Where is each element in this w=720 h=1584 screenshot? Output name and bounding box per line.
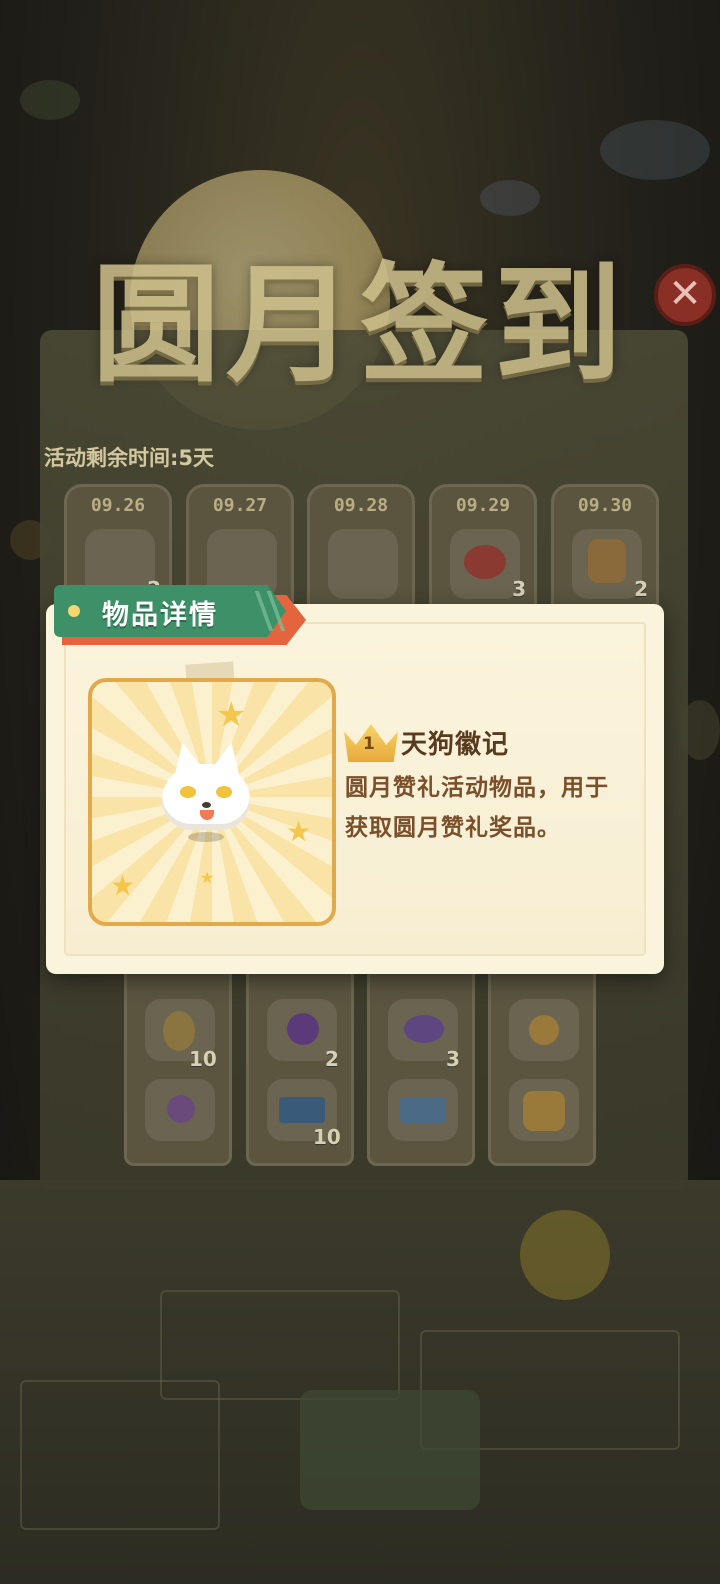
ribbon-dot (68, 605, 80, 617)
close-icon: ✕ (668, 271, 702, 317)
bg-duck (520, 1210, 610, 1300)
plane-ticket-shape (400, 1097, 446, 1123)
item-description: 圆月赞礼活动物品，用于获取圆月赞礼奖品。 (345, 775, 609, 841)
day-count: 2 (325, 1047, 339, 1071)
bg-bush (20, 80, 80, 120)
gold-bag-icon (509, 1079, 579, 1141)
plane-ticket-icon (388, 1079, 458, 1141)
charm-shape (529, 1015, 559, 1045)
bg-building (300, 1390, 480, 1510)
ticket-icon (328, 529, 398, 599)
day-card[interactable]: 10 (124, 966, 232, 1166)
day-count: 10 (189, 1047, 217, 1071)
town-ground (0, 1180, 720, 1584)
broom-shape (163, 1011, 195, 1051)
star-icon: ★ (216, 695, 247, 735)
day-card[interactable]: 09.29 3 (429, 484, 537, 612)
day-count: 3 (512, 577, 526, 601)
fox-eye (216, 786, 232, 798)
gold-charm-icon (509, 999, 579, 1061)
day-date: 09.29 (455, 495, 511, 516)
day-card[interactable]: 3 (367, 966, 475, 1166)
fox-shadow (188, 832, 224, 842)
bag-shape (523, 1091, 565, 1131)
bow-shape (404, 1015, 444, 1043)
crown-level-badge: 1 (344, 718, 398, 762)
fox-head (162, 764, 250, 830)
fox-tongue (200, 810, 214, 820)
day-date: 09.27 (212, 495, 268, 516)
star-icon: ★ (200, 868, 215, 887)
day-card[interactable] (488, 966, 596, 1166)
white-fox-icon (160, 739, 252, 832)
robot-shape (588, 539, 626, 583)
star-icon: ★ (110, 869, 136, 902)
remaining-time: 活动剩余时间:5天 (44, 446, 215, 470)
day-card[interactable]: 09.30 2 (551, 484, 659, 612)
item-name: 天狗徽记 (401, 730, 510, 760)
fox-nose (202, 802, 211, 808)
game-screen: 圆月签到 ✕ 活动剩余时间:5天 09.26 2 09.27 09.28 09.… (0, 0, 720, 1584)
ornament-shape (167, 1095, 195, 1123)
town-tile (20, 1380, 220, 1530)
bg-bush (600, 120, 710, 180)
day-card[interactable]: 09.28 (307, 484, 415, 612)
star-icon: ★ (286, 815, 312, 848)
item-level: 1 (363, 734, 375, 754)
popup-header-ribbon: 物品详情 (54, 585, 306, 647)
red-fish-icon (450, 529, 520, 599)
day-date: 09.30 (577, 495, 633, 516)
fox-eye (180, 786, 196, 798)
popup-header-title: 物品详情 (102, 600, 218, 631)
ticket-shape (279, 1097, 325, 1123)
day-card[interactable]: 2 10 (246, 966, 354, 1166)
event-title: 圆月签到 (91, 250, 628, 400)
purple-ornament-icon (145, 1079, 215, 1141)
bg-bush (480, 180, 540, 216)
close-button[interactable]: ✕ (654, 264, 716, 326)
day-count: 3 (446, 1047, 460, 1071)
day-date: 09.26 (90, 495, 146, 516)
day-date: 09.28 (333, 495, 389, 516)
red-fish-shape (464, 545, 506, 579)
robot-icon (572, 529, 642, 599)
gem-shape (287, 1013, 319, 1045)
day-count: 10 (313, 1125, 341, 1149)
day-count: 2 (634, 577, 648, 601)
